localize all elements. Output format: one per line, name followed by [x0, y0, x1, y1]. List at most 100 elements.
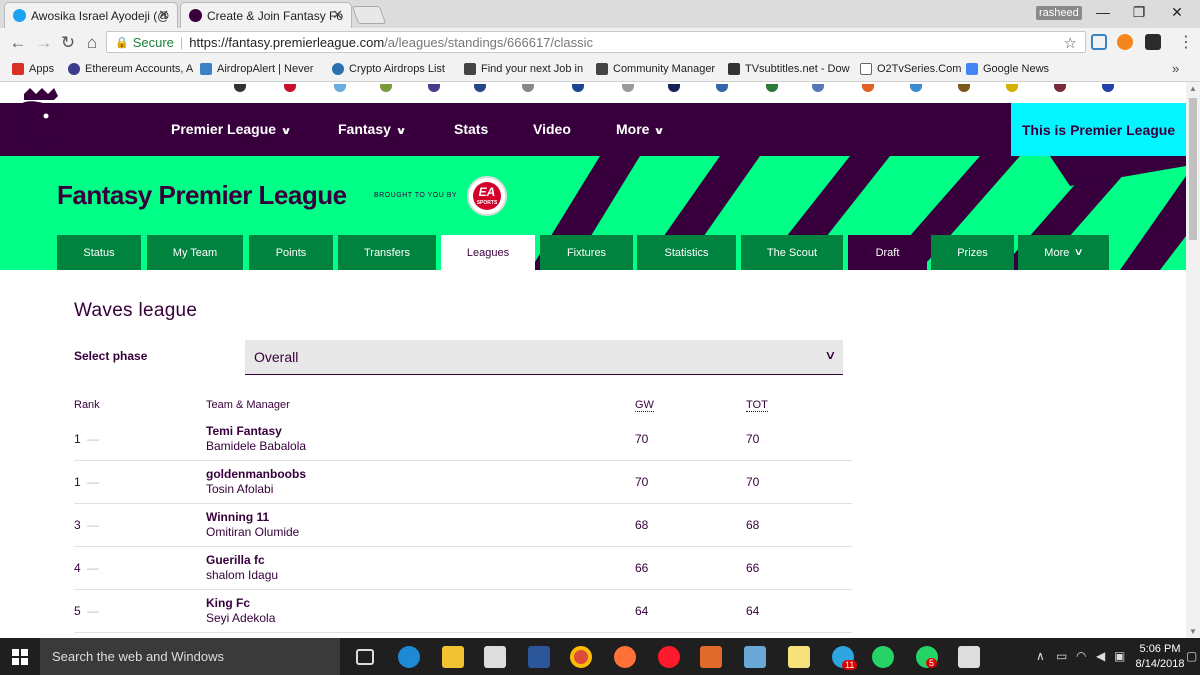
profile-chip[interactable]: rasheed — [1036, 6, 1082, 20]
extension-icon[interactable] — [1091, 34, 1107, 50]
restore-button[interactable]: ❐ — [1124, 4, 1154, 21]
show-hidden-icons-icon[interactable]: ∧ — [1036, 649, 1045, 663]
tab-status[interactable]: Status — [57, 235, 141, 270]
nav-more[interactable]: More ∨ — [616, 121, 665, 137]
scroll-down-arrow-icon[interactable]: ▼ — [1189, 627, 1197, 636]
club-badge-icon[interactable] — [910, 84, 922, 92]
reload-icon[interactable]: ↻ — [58, 33, 78, 53]
club-badge-icon[interactable] — [622, 84, 634, 92]
club-badge-icon[interactable] — [572, 84, 584, 92]
tab-leagues[interactable]: Leagues — [441, 235, 535, 270]
minimize-button[interactable]: — — [1088, 4, 1118, 20]
system-clock[interactable]: 5:06 PM 8/14/2018 — [1130, 642, 1190, 672]
team-link[interactable]: King Fc — [206, 596, 250, 610]
store-icon[interactable] — [484, 646, 506, 668]
browser-tab-fantasy[interactable]: Create & Join Fantasy Fo ✕ — [180, 2, 352, 28]
club-badge-icon[interactable] — [766, 84, 778, 92]
nav-stats[interactable]: Stats — [454, 121, 488, 137]
bookmark-ethereum[interactable]: Ethereum Accounts, A — [68, 63, 193, 75]
new-tab-button[interactable] — [351, 6, 387, 24]
taskbar-search-input[interactable]: Search the web and Windows — [40, 638, 340, 675]
nav-video[interactable]: Video — [533, 121, 571, 137]
page-scrollbar[interactable]: ▲ ▼ — [1186, 82, 1200, 638]
ea-sports-logo[interactable]: EA SPORTS — [467, 176, 507, 216]
phase-select[interactable]: Overall ∨ — [245, 340, 843, 375]
club-badge-icon[interactable] — [234, 84, 246, 92]
battery-icon[interactable]: ▭ — [1056, 649, 1067, 663]
bookmark-airdropalert[interactable]: AirdropAlert | Never — [200, 63, 313, 75]
bookmark-google-news[interactable]: Google News — [966, 63, 1049, 75]
wifi-icon[interactable]: ◠ — [1076, 649, 1086, 663]
tab-fixtures[interactable]: Fixtures — [540, 235, 633, 270]
home-icon[interactable]: ⌂ — [82, 33, 102, 53]
club-badge-icon[interactable] — [812, 84, 824, 92]
browser-menu-icon[interactable]: ⋮ — [1178, 32, 1194, 52]
bookmark-apps[interactable]: Apps — [12, 63, 54, 75]
this-is-premier-league-link[interactable]: This is Premier League — [1011, 103, 1186, 156]
tab-transfers[interactable]: Transfers — [338, 235, 436, 270]
chrome-icon[interactable] — [570, 646, 592, 668]
club-badge-icon[interactable] — [428, 84, 440, 92]
opera-icon[interactable] — [658, 646, 680, 668]
club-badge-icon[interactable] — [716, 84, 728, 92]
edge-icon[interactable] — [398, 646, 420, 668]
club-badge-icon[interactable] — [668, 84, 680, 92]
club-badge-icon[interactable] — [334, 84, 346, 92]
club-badge-icon[interactable] — [284, 84, 296, 92]
network-icon[interactable]: ▣ — [1114, 649, 1125, 663]
bookmark-crypto-airdrops[interactable]: Crypto Airdrops List — [332, 63, 445, 75]
tab-draft[interactable]: Draft — [848, 235, 927, 270]
club-badge-icon[interactable] — [1006, 84, 1018, 92]
address-bar[interactable]: 🔒 Secure | https://fantasy.premierleague… — [106, 31, 1086, 53]
scroll-up-arrow-icon[interactable]: ▲ — [1189, 84, 1197, 93]
word-icon[interactable] — [528, 646, 550, 668]
bookmark-community-manager[interactable]: Community Manager — [596, 63, 715, 75]
file-explorer-icon[interactable] — [442, 646, 464, 668]
bookmark-jobs[interactable]: Find your next Job in — [464, 63, 583, 75]
premier-league-lion-logo[interactable] — [10, 86, 68, 154]
forward-arrow-icon[interactable]: → — [34, 33, 54, 53]
app-icon[interactable] — [744, 646, 766, 668]
whatsapp-icon[interactable] — [872, 646, 894, 668]
club-badge-icon[interactable] — [862, 84, 874, 92]
scrollbar-thumb[interactable] — [1189, 98, 1197, 240]
close-icon[interactable]: ✕ — [158, 7, 169, 23]
tab-my-team[interactable]: My Team — [147, 235, 243, 270]
tab-points[interactable]: Points — [249, 235, 333, 270]
action-center-icon[interactable]: ▢ — [1186, 649, 1197, 663]
firefox-icon[interactable] — [614, 646, 636, 668]
notes-icon[interactable] — [788, 646, 810, 668]
bookmark-tvsubtitles[interactable]: TVsubtitles.net - Dow — [728, 63, 850, 75]
task-view-icon[interactable] — [356, 649, 374, 665]
bookmark-star-icon[interactable]: ☆ — [1064, 34, 1077, 52]
volume-icon[interactable]: ◀ — [1096, 649, 1105, 663]
club-badge-icon[interactable] — [380, 84, 392, 92]
tab-more[interactable]: More ∨ — [1018, 235, 1109, 270]
tab-statistics[interactable]: Statistics — [637, 235, 736, 270]
browser-tab-twitter[interactable]: Awosika Israel Ayodeji (@ ✕ — [4, 2, 178, 28]
club-badge-icon[interactable] — [474, 84, 486, 92]
photos-icon[interactable] — [958, 646, 980, 668]
windows-start-icon[interactable] — [12, 649, 28, 665]
back-arrow-icon[interactable]: ← — [8, 33, 28, 53]
tab-the-scout[interactable]: The Scout — [741, 235, 843, 270]
column-header-gw[interactable]: GW — [635, 399, 654, 412]
nav-premier-league[interactable]: Premier League ∨ — [171, 121, 292, 137]
media-player-icon[interactable] — [700, 646, 722, 668]
team-link[interactable]: Temi Fantasy — [206, 424, 282, 438]
nav-fantasy[interactable]: Fantasy ∨ — [338, 121, 407, 137]
window-close-button[interactable]: ✕ — [1162, 4, 1192, 21]
club-badge-icon[interactable] — [1054, 84, 1066, 92]
column-header-tot[interactable]: TOT — [746, 399, 768, 412]
team-link[interactable]: Guerilla fc — [206, 553, 265, 567]
metamask-icon[interactable] — [1117, 34, 1133, 50]
team-link[interactable]: Winning 11 — [206, 510, 269, 524]
tab-prizes[interactable]: Prizes — [931, 235, 1014, 270]
club-badge-icon[interactable] — [1102, 84, 1114, 92]
close-icon[interactable]: ✕ — [332, 7, 343, 23]
bookmarks-overflow-icon[interactable]: » — [1172, 61, 1179, 76]
bookmark-o2tvseries[interactable]: O2TvSeries.Com — [860, 63, 961, 75]
extension-check-icon[interactable] — [1145, 34, 1161, 50]
club-badge-icon[interactable] — [522, 84, 534, 92]
team-link[interactable]: goldenmanboobs — [206, 467, 306, 481]
